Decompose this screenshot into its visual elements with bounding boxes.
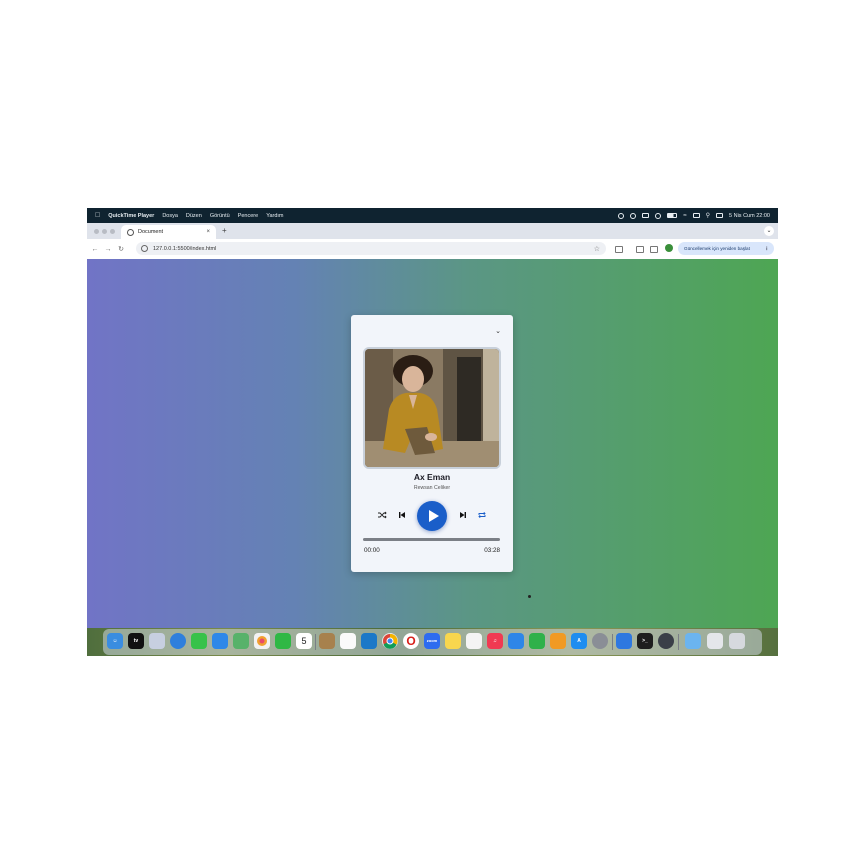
chrome-icon[interactable]: [382, 633, 398, 649]
menu-item-edit[interactable]: Düzen: [186, 213, 202, 219]
song-artist: Rewsan Celiker: [413, 485, 451, 491]
tab-document[interactable]: Document ×: [121, 225, 216, 239]
music-player-card: ⌄ Ax Eman Rewsan Celiker 00:00 03:28: [351, 315, 513, 572]
control-center-icon[interactable]: [716, 213, 724, 218]
music-icon[interactable]: ♫: [487, 633, 503, 649]
page-background: ⌄ Ax Eman Rewsan Celiker 00:00 03:28: [87, 259, 778, 628]
dock-separator: [678, 634, 679, 650]
launchpad-icon[interactable]: [149, 633, 165, 649]
site-info-icon[interactable]: [141, 245, 148, 252]
display-icon[interactable]: [642, 213, 650, 218]
song-title: Ax Eman: [413, 472, 451, 482]
notes-app-icon[interactable]: [319, 633, 335, 649]
menu-item-view[interactable]: Görüntü: [210, 213, 230, 219]
gear-status-icon[interactable]: [618, 212, 625, 219]
apple-icon[interactable]: : [95, 212, 100, 219]
previous-track-icon[interactable]: [397, 510, 407, 520]
opera-icon[interactable]: O: [403, 633, 419, 649]
reading-list-icon[interactable]: [636, 246, 644, 253]
new-tab-button[interactable]: +: [222, 226, 227, 235]
more-menu-icon[interactable]: ⋮: [764, 246, 769, 252]
menu-clock[interactable]: 5 Nis Cum 22:00: [729, 213, 770, 219]
photos-icon[interactable]: [254, 633, 270, 649]
menu-item-window[interactable]: Pencere: [238, 213, 259, 219]
tab-bar: Document × + ⌄: [87, 223, 778, 239]
close-tab-icon[interactable]: ×: [206, 229, 210, 235]
tab-search-chevron-icon[interactable]: ⌄: [764, 226, 774, 236]
zoom-icon[interactable]: zoom: [424, 633, 440, 649]
play-icon: [429, 510, 439, 522]
folder-icon[interactable]: [685, 633, 701, 649]
chevron-down-icon[interactable]: ⌄: [495, 327, 501, 335]
mouse-cursor: [528, 595, 531, 598]
facetime-icon[interactable]: [275, 633, 291, 649]
maps-icon[interactable]: [233, 633, 249, 649]
menu-item-help[interactable]: Yardım: [266, 213, 283, 219]
player-controls: [351, 501, 513, 531]
bookmark-star-icon[interactable]: ☆: [594, 245, 600, 253]
album-cover-photo: [365, 349, 499, 467]
finder-icon[interactable]: ☺: [107, 633, 123, 649]
trash-icon[interactable]: [729, 633, 745, 649]
screen-record-icon[interactable]: [630, 212, 637, 219]
preview-icon[interactable]: [616, 633, 632, 649]
side-panel-icon[interactable]: [650, 246, 658, 253]
shuffle-icon[interactable]: [377, 510, 387, 520]
tab-title: Document: [138, 229, 164, 235]
play-status-icon[interactable]: [655, 212, 662, 219]
screen:  QuickTime Player Dosya Düzen Görüntü P…: [87, 208, 778, 656]
menu-bar:  QuickTime Player Dosya Düzen Görüntü P…: [87, 208, 778, 223]
dock-separator: [315, 634, 316, 650]
menu-app-name[interactable]: QuickTime Player: [108, 213, 154, 219]
calendar-icon[interactable]: 5: [296, 633, 312, 649]
globe-icon: [127, 228, 134, 236]
next-track-icon[interactable]: [458, 510, 468, 520]
profile-avatar[interactable]: [665, 244, 673, 252]
dock: ☺ tv 5 O zoom ♫ A >_: [103, 629, 762, 655]
current-time: 00:00: [364, 547, 380, 554]
forward-icon[interactable]: →: [103, 246, 113, 253]
reminders-icon[interactable]: [340, 633, 356, 649]
quicktime-icon[interactable]: [658, 633, 674, 649]
play-button[interactable]: [417, 501, 447, 531]
battery-icon[interactable]: [667, 213, 678, 218]
dock-separator: [612, 634, 613, 650]
zoom-window-icon[interactable]: [110, 229, 115, 234]
app-store-icon[interactable]: A: [571, 633, 587, 649]
extensions-icon[interactable]: [615, 246, 623, 253]
update-label: Güncellemek için yeniden başlat: [684, 246, 750, 251]
wifi-icon[interactable]: ≈: [683, 213, 686, 219]
close-window-icon[interactable]: [94, 229, 99, 234]
progress-bar[interactable]: [363, 538, 500, 541]
duration-time: 03:28: [484, 547, 500, 554]
system-settings-icon[interactable]: [592, 633, 608, 649]
mail-icon[interactable]: [212, 633, 228, 649]
reload-icon[interactable]: ↻: [116, 245, 126, 253]
browser-toolbar: ← → ↻ 127.0.0.1:5500/index.html ☆ Güncel…: [87, 239, 778, 259]
messages-icon[interactable]: [191, 633, 207, 649]
spotlight-icon[interactable]: ⚲: [706, 212, 710, 219]
menu-item-file[interactable]: Dosya: [162, 213, 178, 219]
repeat-icon[interactable]: [477, 510, 487, 520]
keyboard-icon[interactable]: [692, 213, 700, 218]
numbers-icon[interactable]: [529, 633, 545, 649]
vscode-icon[interactable]: [361, 633, 377, 649]
pages-icon[interactable]: [550, 633, 566, 649]
update-button[interactable]: Güncellemek için yeniden başlat ⋮: [678, 242, 774, 255]
keynote-blue-icon[interactable]: [508, 633, 524, 649]
terminal-icon[interactable]: >_: [637, 633, 653, 649]
notes-icon[interactable]: [445, 633, 461, 649]
address-bar[interactable]: 127.0.0.1:5500/index.html ☆: [136, 242, 606, 255]
back-icon[interactable]: ←: [90, 246, 100, 253]
safari-icon[interactable]: [170, 633, 186, 649]
album-cover: [363, 347, 501, 469]
tv-icon[interactable]: tv: [128, 633, 144, 649]
keynote-icon[interactable]: [466, 633, 482, 649]
url-text[interactable]: 127.0.0.1:5500/index.html: [153, 246, 216, 252]
downloads-icon[interactable]: [707, 633, 723, 649]
minimize-window-icon[interactable]: [102, 229, 107, 234]
